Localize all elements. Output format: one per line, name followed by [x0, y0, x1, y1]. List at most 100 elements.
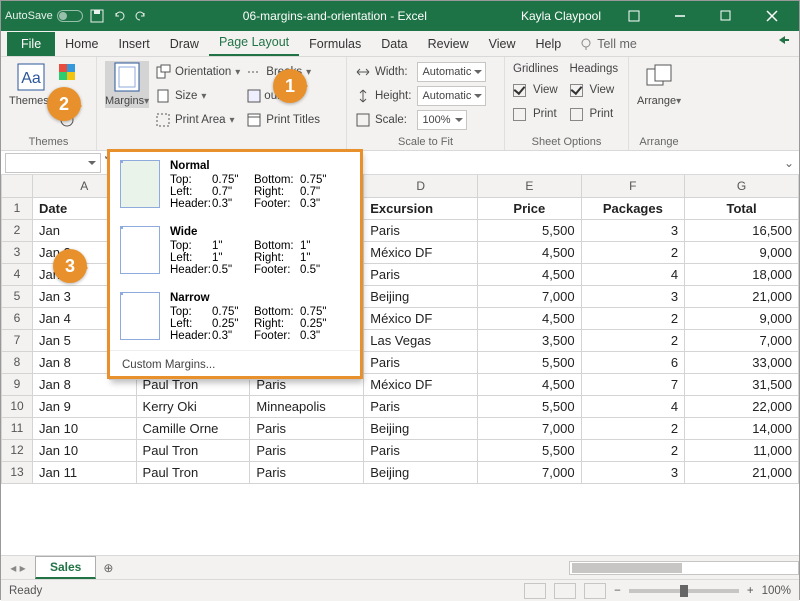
col-header-F[interactable]: F — [581, 175, 685, 197]
row-header[interactable]: 7 — [2, 329, 33, 351]
user-name[interactable]: Kayla Claypool — [521, 9, 601, 23]
cell[interactable]: 3 — [581, 461, 685, 483]
print-titles-button[interactable]: Print Titles — [246, 109, 320, 131]
arrange-button[interactable]: Arrange▾ — [637, 61, 681, 108]
cell[interactable]: Beijing — [364, 285, 478, 307]
size-button[interactable]: Size▾ — [155, 85, 240, 107]
cell[interactable]: Beijing — [364, 461, 478, 483]
cell[interactable]: Paris — [364, 439, 478, 461]
cell[interactable]: 5,500 — [478, 439, 582, 461]
col-header-D[interactable]: D — [364, 175, 478, 197]
cell[interactable]: 2 — [581, 417, 685, 439]
cell[interactable]: 9,000 — [685, 241, 799, 263]
cell[interactable]: Paris — [250, 439, 364, 461]
tab-formulas[interactable]: Formulas — [299, 32, 371, 56]
row-header[interactable]: 4 — [2, 263, 33, 285]
colors-button[interactable] — [59, 61, 75, 83]
cell[interactable]: Jan 9 — [33, 395, 137, 417]
margins-button[interactable]: Margins▾ — [105, 61, 149, 108]
select-all-corner[interactable] — [2, 175, 33, 197]
add-sheet-button[interactable]: ⊕ — [96, 561, 120, 575]
cell[interactable]: 2 — [581, 241, 685, 263]
cell[interactable]: Paris — [250, 461, 364, 483]
row-header[interactable]: 13 — [2, 461, 33, 483]
tab-view[interactable]: View — [479, 32, 526, 56]
cell[interactable]: 31,500 — [685, 373, 799, 395]
cell[interactable]: Excursion — [364, 197, 478, 219]
cell[interactable]: 4 — [581, 263, 685, 285]
tab-data[interactable]: Data — [371, 32, 417, 56]
row-header[interactable]: 1 — [2, 197, 33, 219]
cell[interactable]: Jan 10 — [33, 439, 137, 461]
maximize-button[interactable] — [703, 1, 749, 31]
orientation-button[interactable]: Orientation▾ — [155, 61, 240, 83]
horizontal-scrollbar[interactable] — [569, 561, 799, 575]
sheet-tab-sales[interactable]: Sales — [35, 556, 96, 579]
row-header[interactable]: 5 — [2, 285, 33, 307]
tab-home[interactable]: Home — [55, 32, 108, 56]
cell[interactable]: Jan 10 — [33, 417, 137, 439]
cell[interactable]: 7,000 — [685, 329, 799, 351]
cell[interactable]: 2 — [581, 439, 685, 461]
minimize-button[interactable] — [657, 1, 703, 31]
width-select[interactable]: Automatic — [417, 62, 486, 82]
cell[interactable]: Las Vegas — [364, 329, 478, 351]
cell[interactable]: Total — [685, 197, 799, 219]
print-area-button[interactable]: Print Area▾ — [155, 109, 240, 131]
cell[interactable]: Minneapolis — [250, 395, 364, 417]
cell[interactable]: México DF — [364, 307, 478, 329]
cell[interactable]: 33,000 — [685, 351, 799, 373]
cell[interactable]: Paul Tron — [136, 439, 250, 461]
cell[interactable]: 5,500 — [478, 351, 582, 373]
cell[interactable]: 7,000 — [478, 285, 582, 307]
cell[interactable]: Camille Orne — [136, 417, 250, 439]
headings-print-checkbox[interactable]: Print — [570, 103, 621, 125]
cell[interactable]: 4,500 — [478, 263, 582, 285]
gridlines-print-checkbox[interactable]: Print — [513, 103, 564, 125]
cell[interactable]: 18,000 — [685, 263, 799, 285]
cell[interactable]: Paris — [364, 395, 478, 417]
col-header-G[interactable]: G — [685, 175, 799, 197]
row-header[interactable]: 11 — [2, 417, 33, 439]
cell[interactable]: 4,500 — [478, 373, 582, 395]
cell[interactable]: 3,500 — [478, 329, 582, 351]
cell[interactable]: 4,500 — [478, 241, 582, 263]
margins-option-normal[interactable]: Normal Top:0.75"Bottom:0.75" Left:0.7"Ri… — [110, 152, 360, 218]
share-button[interactable] — [769, 27, 799, 56]
col-header-E[interactable]: E — [478, 175, 582, 197]
zoom-in-button[interactable]: + — [747, 585, 754, 597]
tab-review[interactable]: Review — [418, 32, 479, 56]
cell[interactable]: 21,000 — [685, 461, 799, 483]
ribbon-options-icon[interactable] — [611, 1, 657, 31]
cell[interactable]: México DF — [364, 373, 478, 395]
margins-option-narrow[interactable]: Narrow Top:0.75"Bottom:0.75" Left:0.25"R… — [110, 284, 360, 350]
cell[interactable]: Paul Tron — [136, 461, 250, 483]
cell[interactable]: 3 — [581, 285, 685, 307]
cell[interactable]: Paris — [250, 417, 364, 439]
save-icon[interactable] — [89, 8, 105, 24]
normal-view-button[interactable] — [524, 583, 546, 599]
zoom-level[interactable]: 100% — [762, 585, 791, 597]
cell[interactable]: 3 — [581, 219, 685, 241]
cell[interactable]: 4,500 — [478, 307, 582, 329]
cell[interactable]: Paris — [364, 219, 478, 241]
page-layout-view-button[interactable] — [554, 583, 576, 599]
cell[interactable]: Beijing — [364, 417, 478, 439]
tab-draw[interactable]: Draw — [160, 32, 209, 56]
row-header[interactable]: 9 — [2, 373, 33, 395]
row-header[interactable]: 6 — [2, 307, 33, 329]
table-row[interactable]: 10Jan 9Kerry OkiMinneapolisParis5,500422… — [2, 395, 799, 417]
tell-me-search[interactable]: Tell me — [571, 32, 645, 56]
cell[interactable]: 22,000 — [685, 395, 799, 417]
expand-formula-icon[interactable]: ⌄ — [779, 156, 799, 170]
row-header[interactable]: 12 — [2, 439, 33, 461]
cell[interactable]: 5,500 — [478, 395, 582, 417]
cell[interactable]: 9,000 — [685, 307, 799, 329]
tab-page-layout[interactable]: Page Layout — [209, 30, 299, 56]
tab-file[interactable]: File — [7, 32, 55, 56]
row-header[interactable]: 2 — [2, 219, 33, 241]
cell[interactable]: 11,000 — [685, 439, 799, 461]
cell[interactable]: Kerry Oki — [136, 395, 250, 417]
margins-option-wide[interactable]: Wide Top:1"Bottom:1" Left:1"Right:1" Hea… — [110, 218, 360, 284]
sheet-nav[interactable]: ◂ ▸ — [1, 561, 35, 575]
